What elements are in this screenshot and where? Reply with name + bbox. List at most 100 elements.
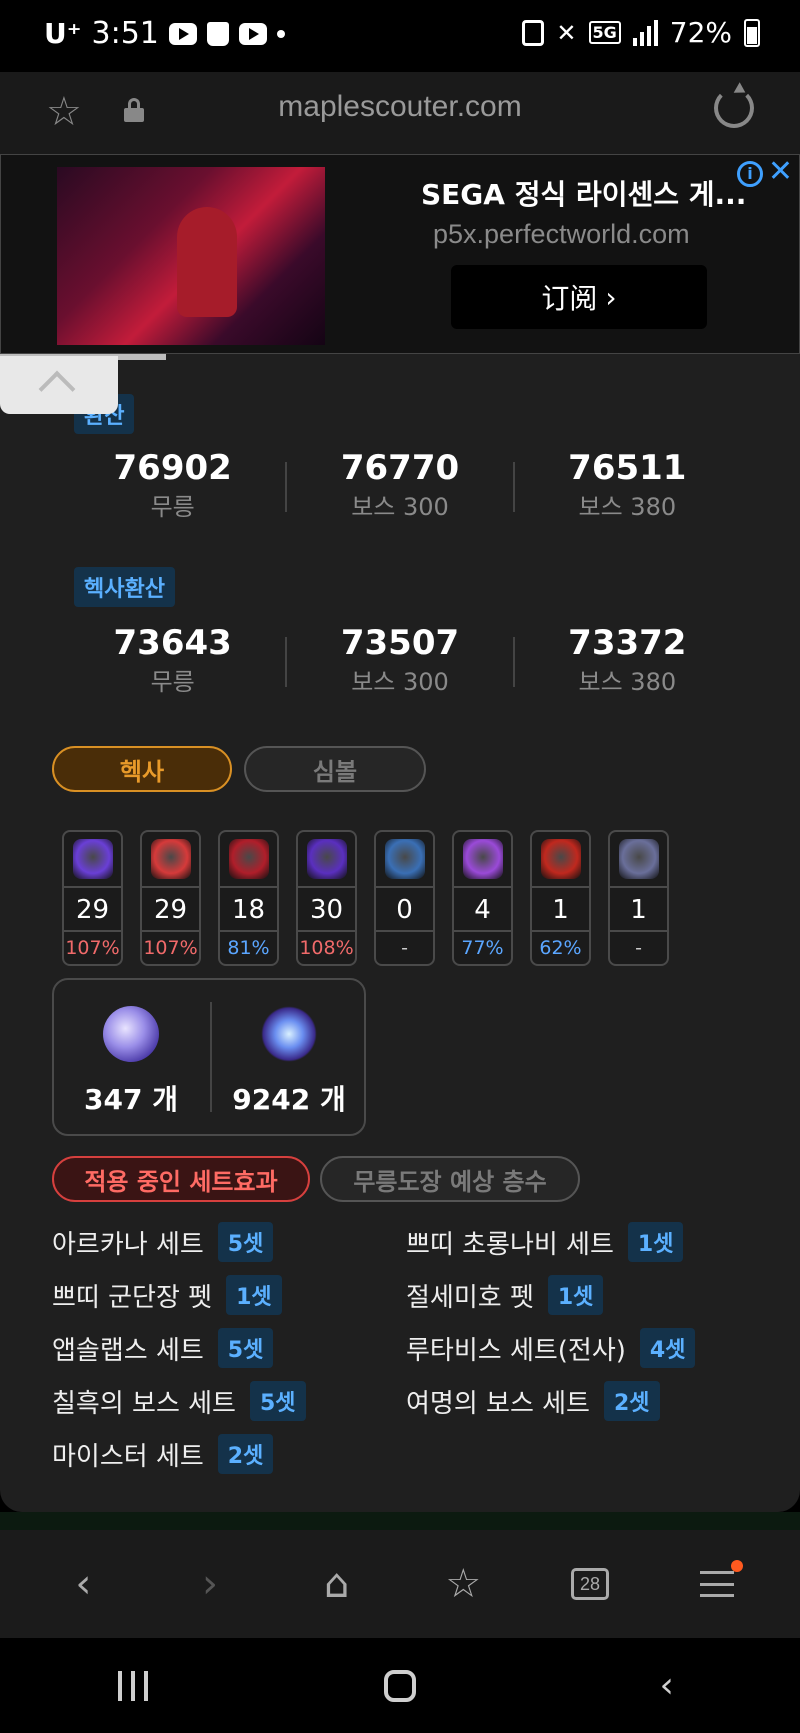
skill-percent: 107% [65, 937, 120, 959]
tab-hexa[interactable]: 헥사 [52, 746, 232, 792]
hexa-skill-card[interactable]: 29 107% [140, 830, 201, 966]
bookmarks-icon[interactable]: ☆ [433, 1554, 493, 1614]
stat-value: 76770 [340, 448, 460, 488]
tab-mureung-floor-prediction[interactable]: 무릉도장 예상 층수 [320, 1156, 580, 1202]
skill-icon-art [150, 839, 191, 879]
tabs-button[interactable]: 28 [560, 1554, 620, 1614]
collapse-ad-button[interactable] [0, 356, 118, 414]
skill-level: 30 [298, 888, 355, 932]
skill-icon-art [540, 839, 581, 879]
stat-boss-300: 73507 보스 300 [287, 621, 512, 711]
menu-icon[interactable] [687, 1554, 747, 1614]
recent-apps-button[interactable] [103, 1661, 163, 1711]
youtube-icon [238, 22, 267, 45]
sol-erda-fragment-counter: 347 개 [54, 980, 208, 1134]
set-effect-item: 절세미호 펫 1셋 [406, 1275, 604, 1315]
skill-percent: 108% [299, 937, 354, 959]
set-effect-item: 마이스터 세트 2셋 [52, 1434, 274, 1474]
skill-icon [298, 832, 355, 888]
set-name: 절세미호 펫 [406, 1282, 534, 1313]
sol-erda-fragment-icon [103, 1006, 159, 1062]
stat-label: 보스 300 [351, 668, 449, 696]
fragment-counter-box: 347 개 9242 개 [52, 978, 366, 1136]
ad-info-icon[interactable]: i [737, 161, 763, 187]
stat-value: 76902 [113, 448, 232, 488]
set-effect-item: 앱솔랩스 세트 5셋 [52, 1328, 274, 1368]
stat-label: 무릉 [150, 668, 195, 696]
home-icon[interactable]: ⌂ [307, 1554, 367, 1614]
hexa-skill-card[interactable]: 0 - [374, 830, 435, 966]
hexa-skill-card[interactable]: 4 77% [452, 830, 513, 966]
skill-percent: - [635, 937, 642, 959]
stat-boss-380: 73372 보스 380 [515, 621, 740, 711]
skill-icon [142, 832, 199, 888]
reload-icon[interactable] [714, 88, 754, 128]
set-count-badge: 1셋 [226, 1275, 282, 1315]
skill-icon-art [462, 839, 503, 879]
set-name: 여명의 보스 세트 [406, 1388, 590, 1419]
ad-banner[interactable]: SEGA 정식 라이센스 게... p5x.perfectworld.com 订… [0, 154, 800, 354]
set-effect-item: 쁘띠 군단장 펫 1셋 [52, 1275, 282, 1315]
signal-icon [632, 19, 658, 46]
set-name: 쁘띠 군단장 펫 [52, 1282, 213, 1313]
hexa-skill-card[interactable]: 30 108% [296, 830, 357, 966]
skill-icon-art [306, 839, 347, 879]
skill-level: 1 [532, 888, 589, 932]
home-circle-icon [383, 1669, 416, 1702]
stat-value: 76511 [568, 448, 687, 488]
section-tag-hexa-conversion: 헥사환산 [74, 567, 175, 607]
ad-thumbnail[interactable] [57, 167, 325, 345]
carrier-label: U⁺ [44, 17, 82, 50]
hamburger-lines [699, 1571, 734, 1597]
skill-level: 29 [64, 888, 121, 932]
browser-url-bar: ☆ maplescouter.com [0, 72, 800, 154]
tab-symbol[interactable]: 심볼 [244, 746, 426, 792]
back-icon[interactable]: ‹ [53, 1554, 113, 1614]
home-button[interactable] [370, 1661, 430, 1711]
hexa-skill-card[interactable]: 18 81% [218, 830, 279, 966]
set-count-badge: 5셋 [249, 1381, 306, 1421]
youtube-icon [168, 22, 197, 45]
set-count-badge: 2셋 [603, 1381, 660, 1421]
hexa-skill-card[interactable]: 29 107% [62, 830, 123, 966]
hexa-skill-list: 29 107% 29 107% 18 81% 30 108% 0 - 4 77%… [62, 830, 669, 966]
conversion-stats: 76902 무릉 76770 보스 300 76511 보스 380 [60, 446, 740, 536]
set-name: 앱솔랩스 세트 [52, 1335, 204, 1366]
ad-title[interactable]: SEGA 정식 라이센스 게... [421, 173, 746, 213]
stat-label: 보스 300 [351, 493, 449, 521]
sol-erda-icon [261, 1006, 317, 1062]
set-name: 칠흑의 보스 세트 [52, 1388, 236, 1419]
ad-cta-label: 订阅 [541, 282, 598, 315]
hexa-skill-card[interactable]: 1 - [608, 830, 669, 966]
set-name: 아르카나 세트 [52, 1229, 204, 1260]
set-name: 루타비스 세트(전사) [406, 1335, 626, 1366]
status-bar: U⁺ 3:51 ✕ 5G 72% [0, 0, 800, 72]
ad-close-icon[interactable]: ✕ [768, 157, 793, 187]
set-count-badge: 5셋 [217, 1222, 274, 1262]
set-count-badge: 1셋 [627, 1222, 684, 1262]
ad-subscribe-button[interactable]: 订阅 › [451, 265, 707, 329]
stat-value: 73643 [113, 623, 232, 663]
set-effect-item: 쁘띠 초롱나비 세트 1셋 [406, 1222, 684, 1262]
stat-label: 보스 380 [578, 493, 677, 521]
skill-icon [610, 832, 667, 888]
battery-percent: 72% [669, 16, 732, 49]
chevron-right-icon: › [605, 280, 617, 314]
tabs-count: 28 [570, 1568, 609, 1600]
shopping-bag-icon [206, 21, 229, 46]
forward-icon[interactable]: › [180, 1554, 240, 1614]
skill-percent: 81% [227, 937, 270, 959]
stat-boss-380: 76511 보스 380 [515, 446, 740, 536]
set-effect-item: 아르카나 세트 5셋 [52, 1222, 274, 1262]
stat-boss-300: 76770 보스 300 [287, 446, 512, 536]
recent-apps-icon [118, 1670, 149, 1701]
set-effect-item: 루타비스 세트(전사) 4셋 [406, 1328, 696, 1368]
back-button[interactable]: ‹ [637, 1661, 697, 1711]
sol-erda-counter: 9242 개 [212, 980, 366, 1134]
hexa-skill-card[interactable]: 1 62% [530, 830, 591, 966]
set-count-badge: 1셋 [547, 1275, 604, 1315]
url-text[interactable]: maplescouter.com [0, 90, 800, 124]
tab-active-set-effects[interactable]: 적용 중인 세트효과 [52, 1156, 310, 1202]
skill-level: 29 [142, 888, 199, 932]
stat-value: 73507 [340, 623, 460, 663]
